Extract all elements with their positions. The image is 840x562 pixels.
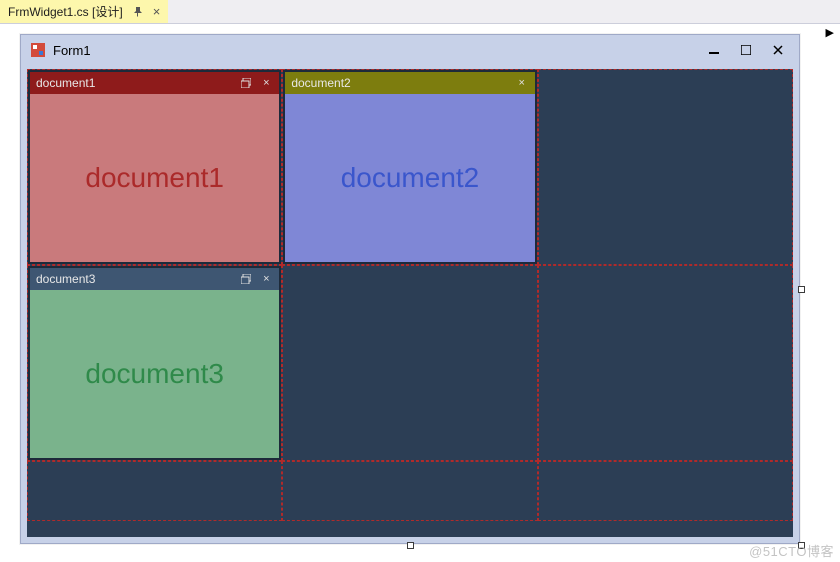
designer-surface[interactable]: ▶ Form1 document1 × bbox=[2, 24, 838, 556]
document1-body: document1 bbox=[30, 94, 279, 262]
ide-tabstrip: FrmWidget1.cs [设计] × bbox=[0, 0, 840, 24]
document2-panel[interactable]: document2 × document2 bbox=[283, 70, 536, 264]
pin-icon[interactable] bbox=[133, 7, 143, 17]
document3-header[interactable]: document3 × bbox=[30, 268, 279, 290]
ide-tab-label: FrmWidget1.cs [设计] bbox=[8, 3, 123, 20]
document1-header[interactable]: document1 × bbox=[30, 72, 279, 94]
document3-panel[interactable]: document3 × document3 bbox=[28, 266, 281, 460]
window-buttons bbox=[707, 43, 789, 57]
close-icon[interactable]: × bbox=[153, 5, 161, 18]
restore-icon[interactable] bbox=[239, 76, 253, 90]
close-icon[interactable]: × bbox=[515, 76, 529, 90]
ide-tab-active[interactable]: FrmWidget1.cs [设计] × bbox=[0, 0, 168, 23]
document1-header-label: document1 bbox=[36, 76, 95, 90]
close-icon[interactable]: × bbox=[259, 76, 273, 90]
document3-header-label: document3 bbox=[36, 272, 95, 286]
close-icon[interactable]: × bbox=[259, 272, 273, 286]
minimize-button[interactable] bbox=[707, 43, 721, 57]
cell-1-2[interactable] bbox=[538, 265, 793, 461]
document2-header-label: document2 bbox=[291, 76, 350, 90]
document2-body: document2 bbox=[285, 94, 534, 262]
resize-handle-right[interactable] bbox=[798, 286, 805, 293]
document2-header[interactable]: document2 × bbox=[285, 72, 534, 94]
cell-1-1[interactable] bbox=[282, 265, 537, 461]
resize-handle-bottom[interactable] bbox=[407, 542, 414, 549]
cell-2-2[interactable] bbox=[538, 461, 793, 521]
form-titlebar: Form1 bbox=[21, 35, 799, 65]
form-title: Form1 bbox=[53, 43, 699, 58]
form-icon bbox=[31, 43, 45, 57]
form-window[interactable]: Form1 document1 × document1 bbox=[20, 34, 800, 544]
restore-icon[interactable] bbox=[239, 272, 253, 286]
cell-2-0[interactable] bbox=[27, 461, 282, 521]
cell-0-0[interactable]: document1 × document1 bbox=[27, 69, 282, 265]
cell-2-1[interactable] bbox=[282, 461, 537, 521]
close-button[interactable] bbox=[771, 43, 785, 57]
anchor-arrow-icon: ▶ bbox=[826, 26, 834, 39]
maximize-button[interactable] bbox=[739, 43, 753, 57]
document3-body: document3 bbox=[30, 290, 279, 458]
cell-0-2[interactable] bbox=[538, 69, 793, 265]
cell-0-1[interactable]: document2 × document2 bbox=[282, 69, 537, 265]
document1-panel[interactable]: document1 × document1 bbox=[28, 70, 281, 264]
table-layout-panel[interactable]: document1 × document1 document2 × docume bbox=[27, 69, 793, 537]
watermark: @51CTO博客 bbox=[749, 541, 834, 560]
cell-1-0[interactable]: document3 × document3 bbox=[27, 265, 282, 461]
